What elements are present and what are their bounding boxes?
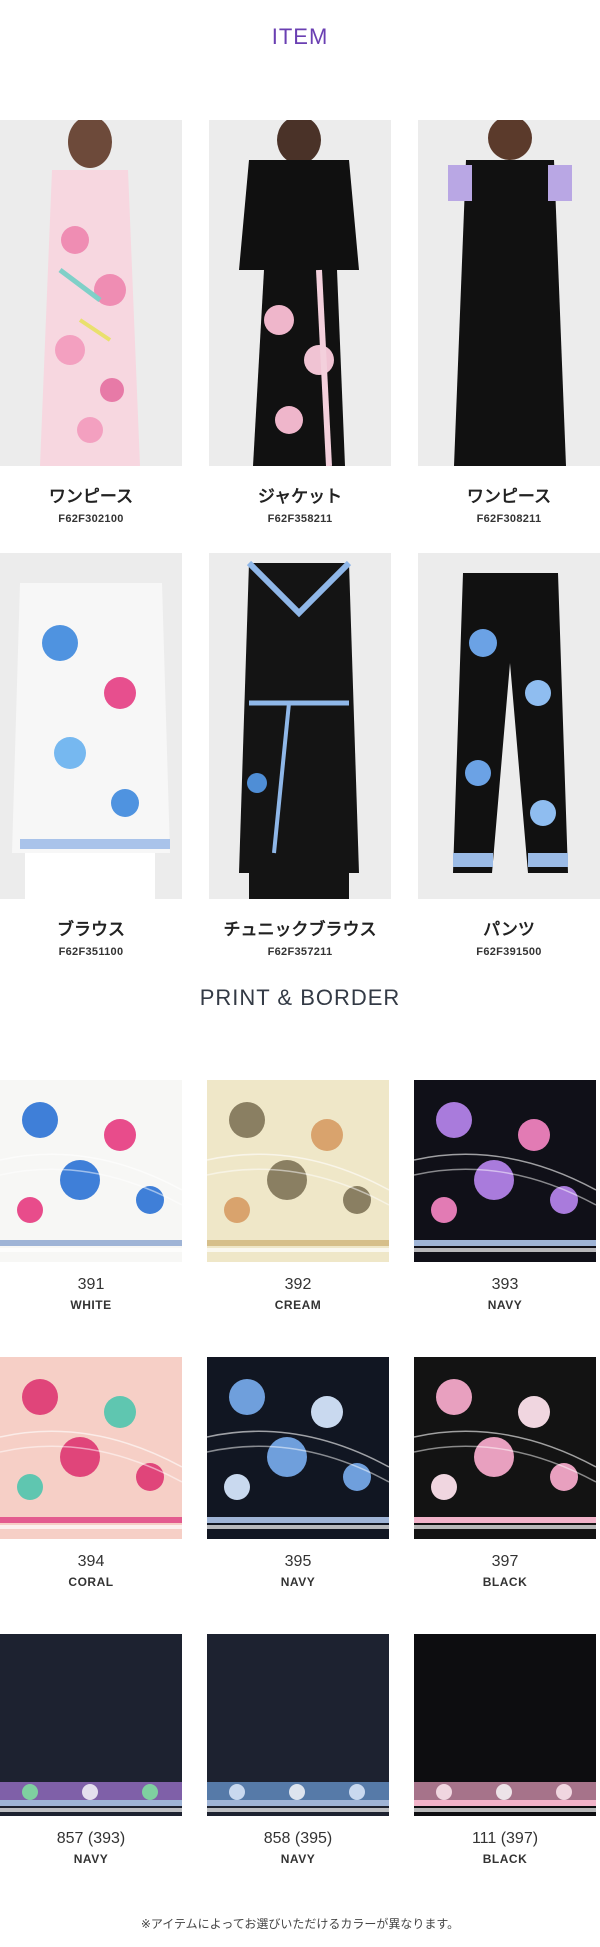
swatch-number: 111 (397)	[471, 1830, 539, 1847]
item-photo-blouse[interactable]	[0, 553, 182, 899]
swatch-number: 391	[77, 1276, 105, 1293]
availability-note: ※アイテムによってお選びいただけるカラーが異なります。	[140, 1917, 460, 1931]
item-photo-jacket[interactable]	[209, 120, 391, 466]
pants-image	[418, 553, 600, 899]
item-photo-black-dress[interactable]	[418, 120, 600, 466]
item-name: ワンピース	[48, 487, 134, 506]
swatch-card[interactable]: 857 (393) NAVY	[0, 1634, 182, 1866]
swatch-number: 395	[284, 1553, 312, 1570]
item-name: ブラウス	[57, 920, 125, 939]
item-card[interactable]: ワンピース F62F302100	[0, 120, 182, 525]
dress-floral-image	[0, 120, 182, 466]
item-code: F62F351100	[58, 946, 124, 958]
tunic-image	[209, 553, 391, 899]
swatch-image[interactable]	[0, 1357, 182, 1539]
swatch-number: 858 (395)	[263, 1830, 333, 1847]
swatch-color-name: BLACK	[482, 1852, 528, 1866]
item-photo-dress-floral[interactable]	[0, 120, 182, 466]
swatch-card[interactable]: 394 CORAL	[0, 1357, 182, 1589]
item-name: ワンピース	[466, 487, 552, 506]
item-section-heading: ITEM	[271, 24, 329, 49]
item-card[interactable]: ジャケット F62F358211	[209, 120, 391, 525]
swatch-image[interactable]	[414, 1080, 596, 1262]
item-code: F62F308211	[476, 513, 542, 525]
swatch-card[interactable]: 111 (397) BLACK	[414, 1634, 596, 1866]
item-card[interactable]: ワンピース F62F308211	[418, 120, 600, 525]
swatch-color-name: NAVY	[280, 1575, 316, 1589]
swatch-number: 393	[491, 1276, 519, 1293]
swatch-color-name: BLACK	[482, 1575, 528, 1589]
swatch-card[interactable]: 395 NAVY	[207, 1357, 389, 1589]
swatch-card[interactable]: 391 WHITE	[0, 1080, 182, 1312]
swatch-card[interactable]: 392 CREAM	[207, 1080, 389, 1312]
swatch-image[interactable]	[0, 1634, 182, 1816]
swatch-image[interactable]	[414, 1357, 596, 1539]
black-dress-image	[418, 120, 600, 466]
item-code: F62F391500	[476, 946, 542, 958]
swatch-image[interactable]	[207, 1634, 389, 1816]
print-section-heading: PRINT & BORDER	[199, 985, 401, 1010]
swatch-color-name: NAVY	[487, 1298, 523, 1312]
swatch-card[interactable]: 397 BLACK	[414, 1357, 596, 1589]
swatch-color-name: NAVY	[280, 1852, 316, 1866]
swatch-card[interactable]: 858 (395) NAVY	[207, 1634, 389, 1866]
swatch-number: 857 (393)	[56, 1830, 126, 1847]
item-card[interactable]: チュニックブラウス F62F357211	[209, 553, 391, 958]
swatch-number: 392	[284, 1276, 312, 1293]
swatch-number: 394	[77, 1553, 105, 1570]
swatch-image[interactable]	[414, 1634, 596, 1816]
swatch-image[interactable]	[207, 1080, 389, 1262]
swatch-color-name: CORAL	[68, 1575, 114, 1589]
swatch-color-name: WHITE	[70, 1298, 112, 1312]
item-name: チュニックブラウス	[223, 920, 377, 939]
item-card[interactable]: ブラウス F62F351100	[0, 553, 182, 958]
item-photo-tunic[interactable]	[209, 553, 391, 899]
item-name: パンツ	[483, 920, 535, 939]
item-name: ジャケット	[257, 487, 343, 506]
swatch-image[interactable]	[0, 1080, 182, 1262]
swatch-image[interactable]	[207, 1357, 389, 1539]
swatch-color-name: NAVY	[73, 1852, 109, 1866]
jacket-image	[209, 120, 391, 466]
item-code: F62F357211	[267, 946, 333, 958]
item-photo-pants[interactable]	[418, 553, 600, 899]
swatch-number: 397	[491, 1553, 519, 1570]
blouse-image	[0, 553, 182, 899]
item-card[interactable]: パンツ F62F391500	[418, 553, 600, 958]
item-code: F62F358211	[267, 513, 333, 525]
item-code: F62F302100	[58, 513, 124, 525]
swatch-color-name: CREAM	[274, 1298, 322, 1312]
swatch-card[interactable]: 393 NAVY	[414, 1080, 596, 1312]
